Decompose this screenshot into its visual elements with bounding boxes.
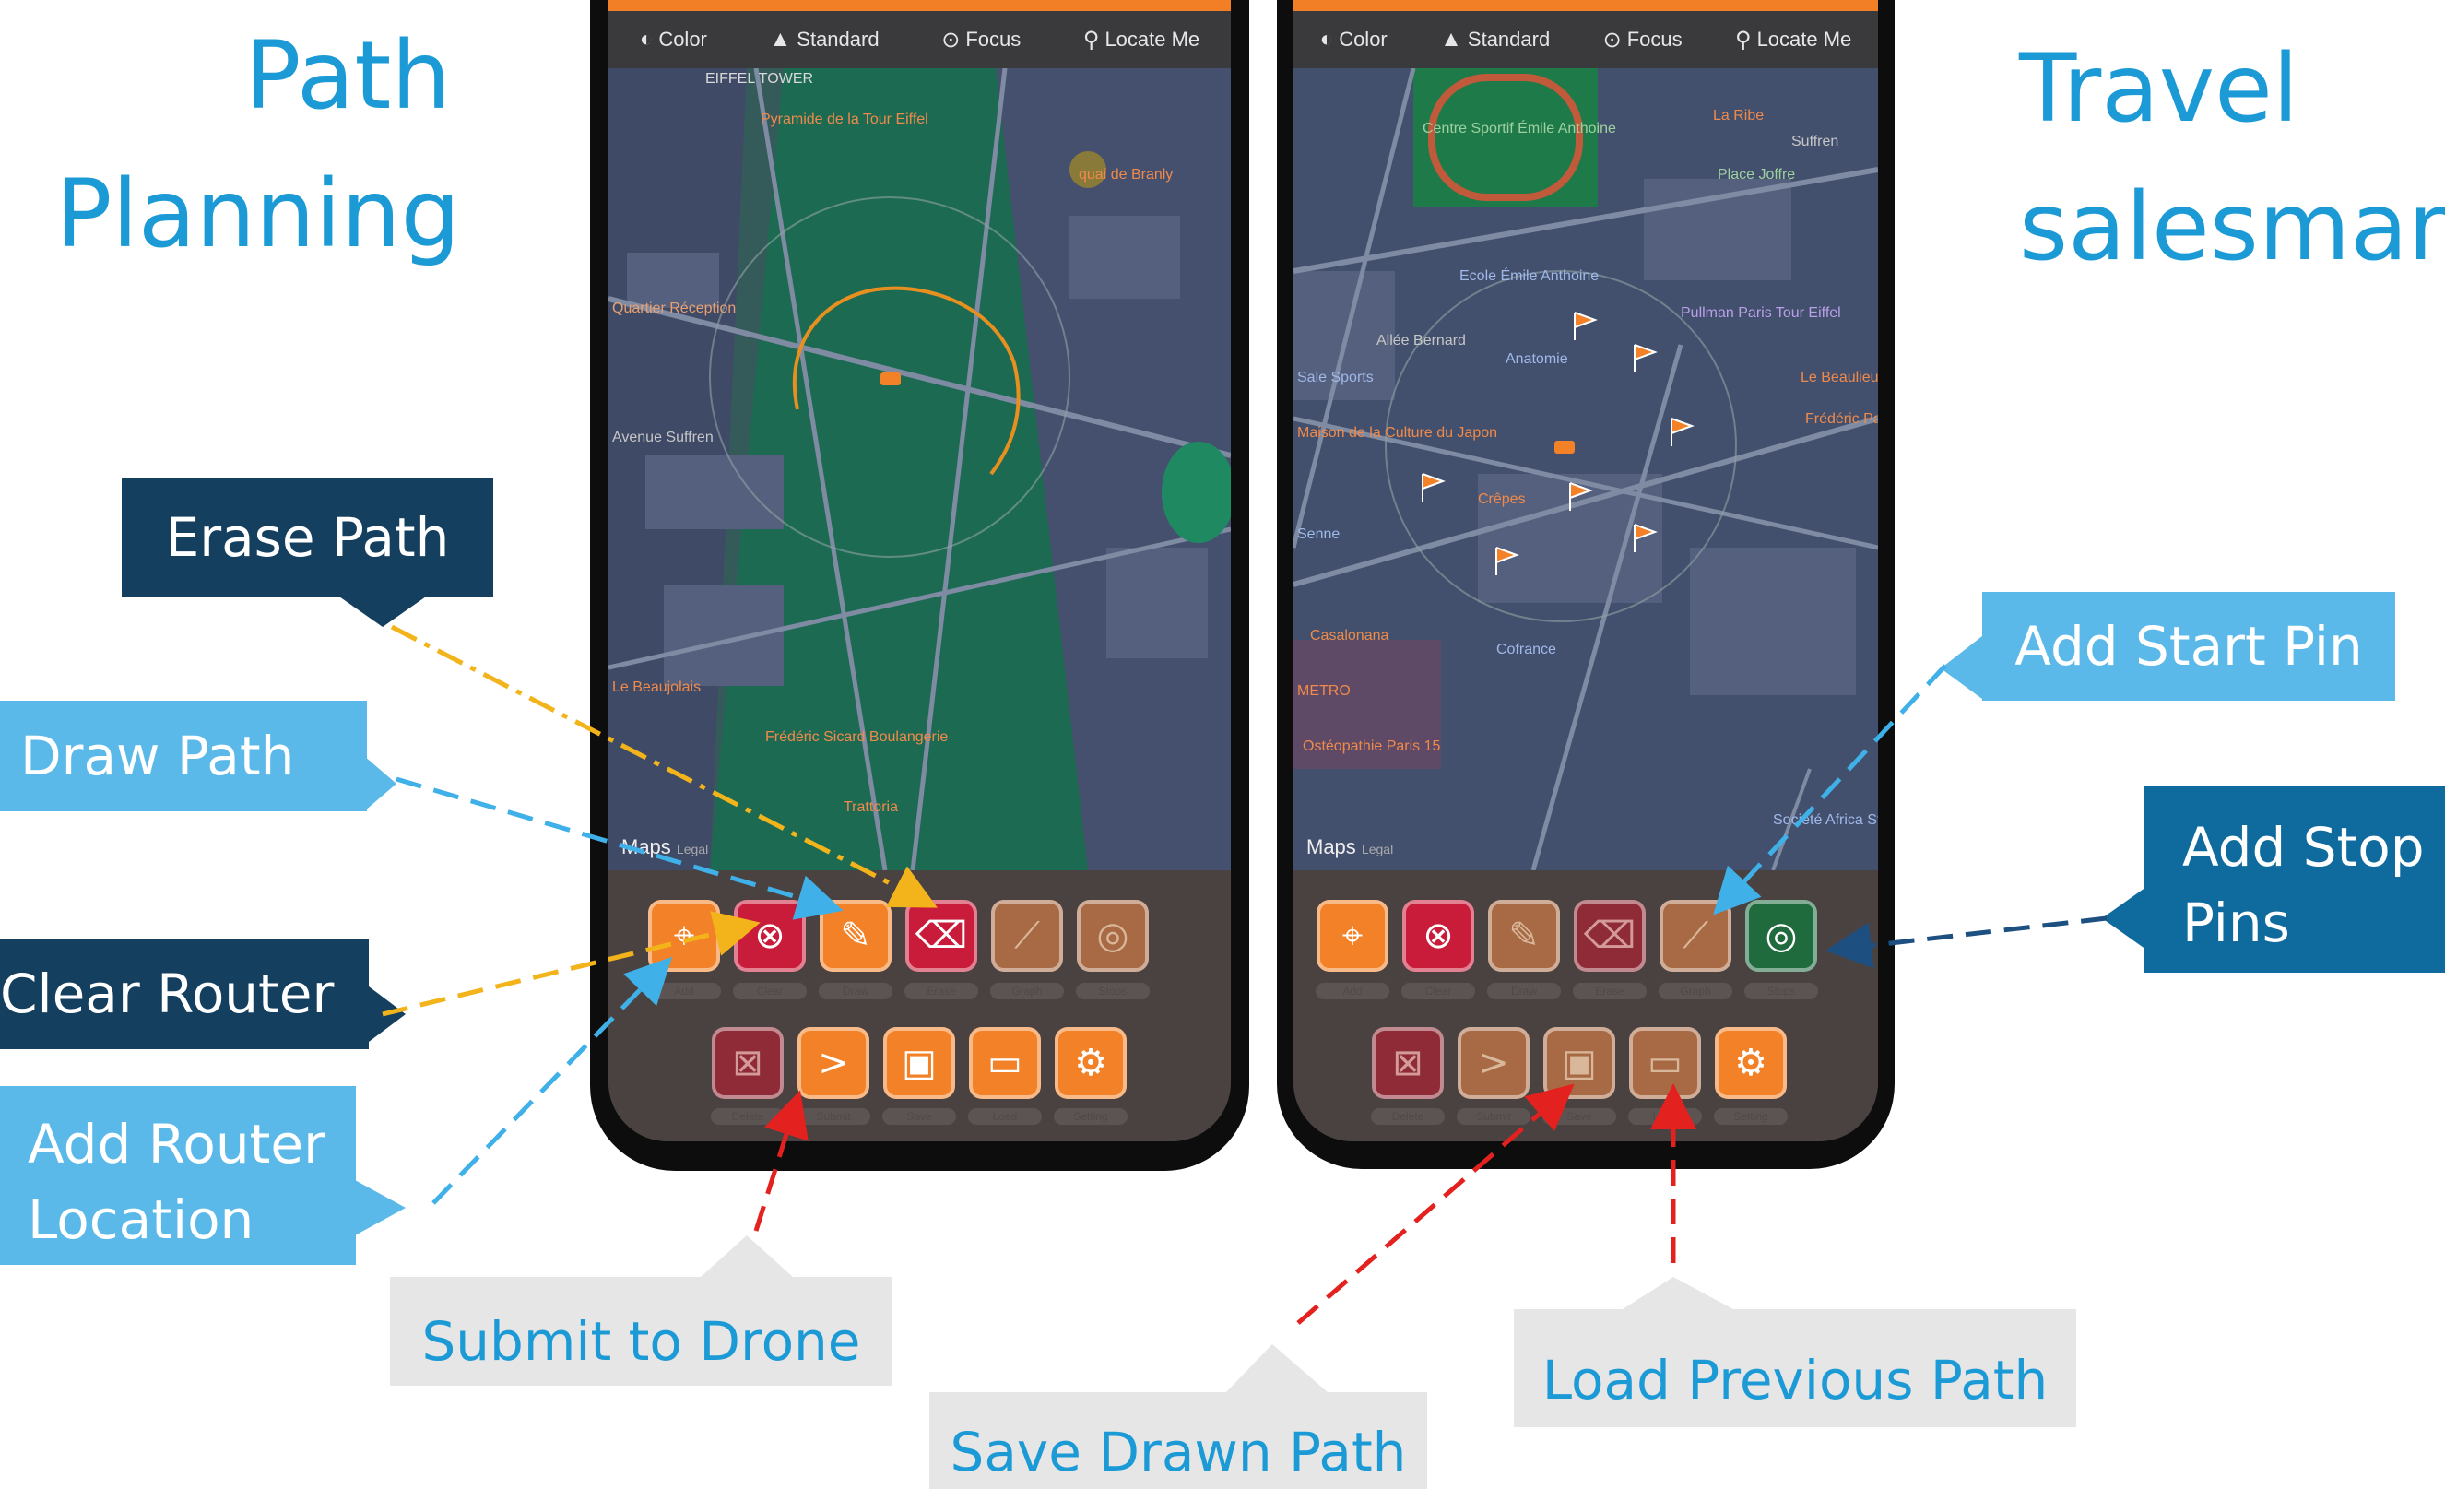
callout-save-drawn-path: Save Drawn Path [929,1392,1427,1489]
callout-clear-router: Clear Router [0,939,369,1049]
callout-submit-to-drone: Submit to Drone [390,1277,892,1386]
callout-draw-path: Draw Path [0,701,367,811]
callout-add-router-location: Add Router Location [0,1086,356,1265]
callout-add-stop-pins: Add Stop Pins [2144,786,2445,973]
callout-load-previous-path: Load Previous Path [1514,1309,2076,1427]
callout-add-start-pin: Add Start Pin [1982,592,2395,701]
callout-erase-path: Erase Path [122,478,493,597]
